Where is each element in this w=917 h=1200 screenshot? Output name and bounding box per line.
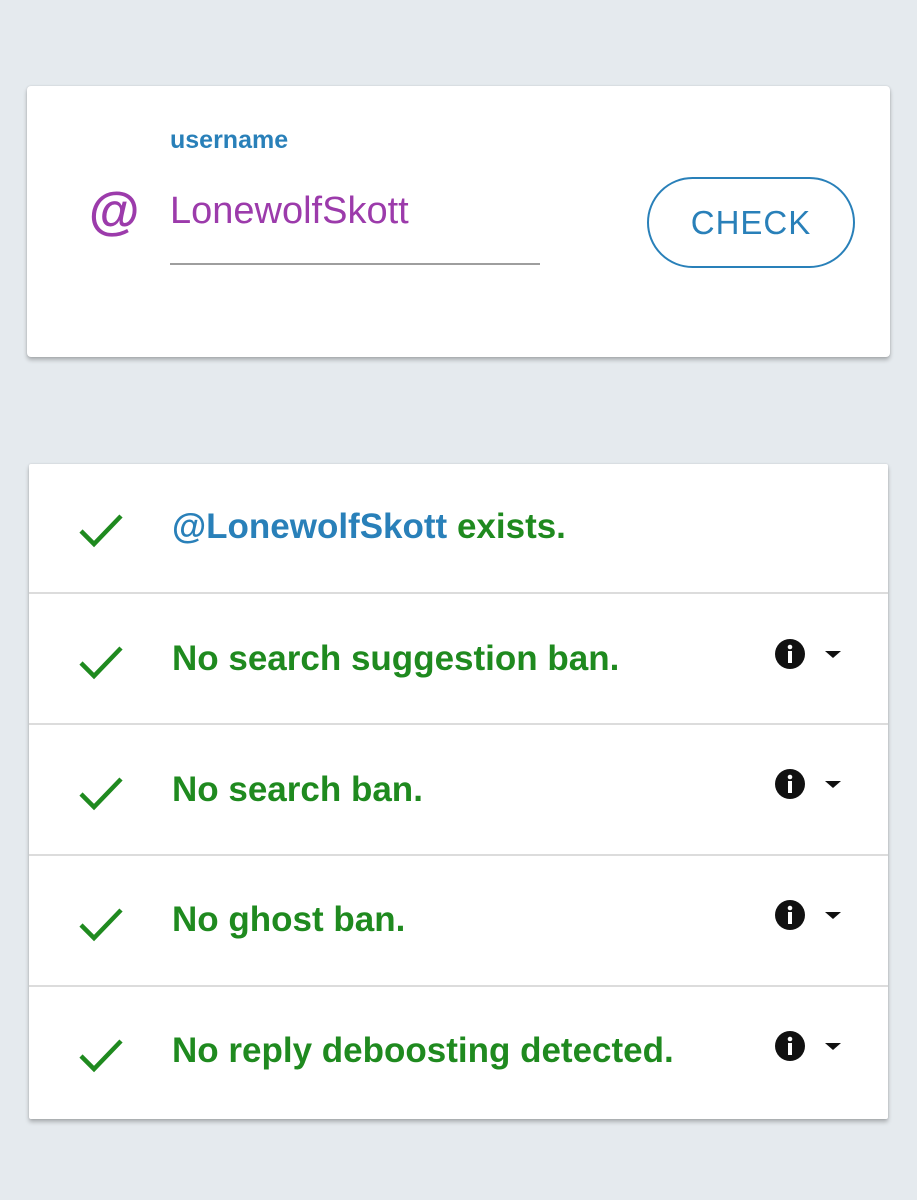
check-button[interactable]: CHECK xyxy=(647,177,855,268)
info-icon[interactable] xyxy=(774,899,806,931)
exists-suffix: exists. xyxy=(447,507,566,546)
check-icon xyxy=(79,777,123,811)
result-text-reply-deboosting: No reply deboosting detected. xyxy=(172,1031,674,1070)
result-row-search-ban xyxy=(29,726,888,856)
result-text-ghost-ban: No ghost ban. xyxy=(172,900,406,939)
check-icon xyxy=(79,908,123,942)
chevron-down-icon[interactable] xyxy=(825,1043,841,1050)
info-icon[interactable] xyxy=(774,1030,806,1062)
at-icon: @ xyxy=(88,183,139,241)
chevron-down-icon[interactable] xyxy=(825,912,841,919)
result-text-exists: @LonewolfSkott exists. xyxy=(172,507,566,547)
check-icon xyxy=(79,514,123,548)
info-icon[interactable] xyxy=(774,768,806,800)
result-row-ghost-ban xyxy=(29,857,888,987)
username-input[interactable] xyxy=(170,185,540,265)
chevron-down-icon[interactable] xyxy=(825,781,841,788)
username-label: username xyxy=(170,126,289,154)
info-icon[interactable] xyxy=(774,638,806,670)
chevron-down-icon[interactable] xyxy=(825,651,841,658)
username-handle[interactable]: @LonewolfSkott xyxy=(172,507,447,546)
check-icon xyxy=(79,646,123,680)
check-icon xyxy=(79,1039,123,1073)
result-text-search-suggestion-ban: No search suggestion ban. xyxy=(172,639,620,678)
result-text-search-ban: No search ban. xyxy=(172,770,423,809)
